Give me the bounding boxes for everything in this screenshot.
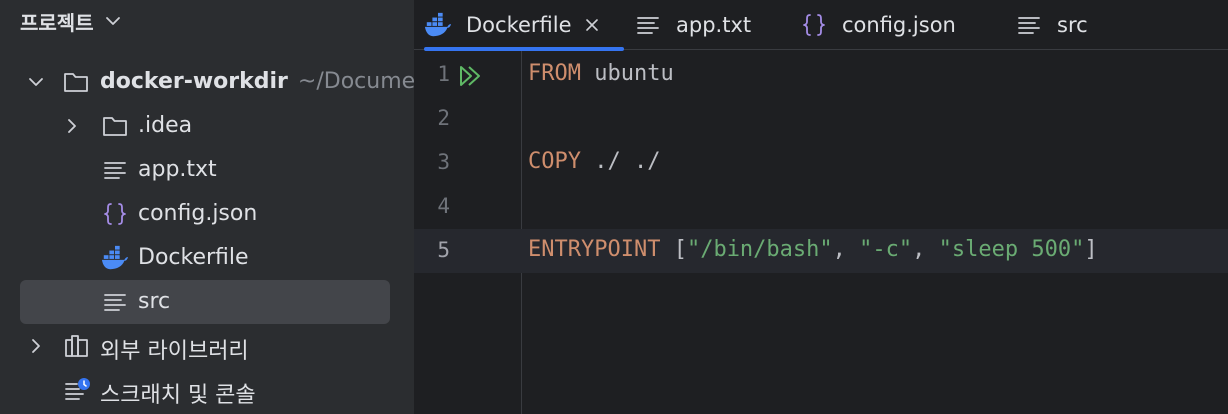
line-number: 5	[437, 238, 450, 262]
docker-icon	[101, 244, 129, 272]
string-literal: "-c"	[859, 237, 913, 262]
tab-app-txt[interactable]: app.txt	[634, 0, 751, 50]
scratch-icon	[63, 376, 91, 404]
close-icon[interactable]	[584, 17, 600, 33]
tree-item-idea[interactable]: .idea	[0, 104, 414, 148]
tree-item-src[interactable]: src	[0, 280, 414, 324]
code-line-3[interactable]: 3 COPY ./ ./	[414, 141, 1228, 185]
tree-item-label: docker-workdir ~/Documents	[100, 69, 414, 94]
project-name: docker-workdir	[100, 69, 288, 94]
tree-item-label: config.json	[138, 201, 258, 226]
project-sidebar: 프로젝트 docker-workdir ~/Documents .idea app…	[0, 0, 414, 414]
line-number: 4	[437, 194, 450, 218]
chevron-right-icon[interactable]	[26, 336, 46, 356]
code-token: ubuntu	[580, 61, 674, 86]
tree-item-label: 스크래치 및 콘솔	[100, 383, 256, 408]
keyword: ENTRYPOINT	[528, 237, 661, 262]
project-path-hint: ~/Documents	[297, 69, 414, 94]
tree-item-docker-workdir[interactable]: docker-workdir ~/Documents	[0, 60, 414, 104]
tab-label: Dockerfile	[466, 13, 572, 37]
code-text: FROM ubuntu	[528, 61, 674, 86]
tree-item-dockerfile[interactable]: Dockerfile	[0, 236, 414, 280]
string-literal: "sleep 500"	[938, 237, 1085, 262]
code-token: ]	[1084, 237, 1098, 262]
tree-item-scratches-consoles[interactable]: 스크래치 및 콘솔	[0, 368, 414, 412]
tree-item-label: app.txt	[138, 157, 217, 182]
text-file-icon	[634, 11, 662, 39]
tab-label: src	[1057, 13, 1088, 37]
chevron-down-icon[interactable]	[104, 12, 122, 30]
keyword: COPY	[528, 149, 581, 174]
editor-pane: Dockerfile app.txt config.json src 1 FRO…	[414, 0, 1228, 414]
tree-item-label: Dockerfile	[138, 245, 249, 270]
code-token: ./ ./	[580, 149, 661, 174]
text-file-icon	[101, 288, 129, 316]
folder-icon	[101, 112, 129, 140]
json-file-icon	[101, 200, 129, 228]
line-number: 2	[437, 106, 450, 130]
code-line-5[interactable]: 5 ENTRYPOINT ["/bin/bash", "-c", "sleep …	[414, 229, 1228, 273]
text-file-icon	[101, 156, 129, 184]
tab-label: app.txt	[676, 13, 752, 37]
code-token: ,	[832, 237, 860, 262]
tab-config-json[interactable]: config.json	[800, 0, 956, 50]
code-line-2[interactable]: 2	[414, 97, 1228, 141]
code-text: ENTRYPOINT ["/bin/bash", "-c", "sleep 50…	[528, 237, 1098, 262]
tree-item-config-json[interactable]: config.json	[0, 192, 414, 236]
chevron-down-icon[interactable]	[26, 72, 46, 92]
tab-label: config.json	[842, 13, 956, 37]
folder-icon	[62, 68, 90, 96]
docker-icon	[424, 11, 452, 39]
tab-src[interactable]: src	[1015, 0, 1088, 50]
tree-item-external-libraries[interactable]: 외부 라이브러리	[0, 324, 414, 368]
keyword: FROM	[528, 61, 581, 86]
string-literal: "/bin/bash"	[686, 237, 833, 262]
json-file-icon	[800, 11, 828, 39]
tab-dockerfile[interactable]: Dockerfile	[424, 0, 624, 51]
editor-tab-bar: Dockerfile app.txt config.json src	[414, 0, 1228, 51]
chevron-right-icon[interactable]	[62, 116, 82, 136]
tree-item-label: src	[138, 289, 171, 314]
selection-highlight	[20, 280, 390, 324]
code-token: ,	[912, 237, 939, 262]
library-icon	[63, 332, 91, 360]
code-line-1[interactable]: 1 FROM ubuntu	[414, 53, 1228, 97]
project-view-header[interactable]: 프로젝트	[20, 6, 122, 36]
run-gutter-icon[interactable]	[458, 64, 486, 88]
text-file-icon	[1015, 11, 1043, 39]
code-token: [	[660, 237, 687, 262]
line-number: 3	[437, 150, 450, 174]
project-view-title: 프로젝트	[20, 10, 94, 35]
line-number: 1	[437, 62, 450, 86]
code-text: COPY ./ ./	[528, 149, 660, 174]
tree-item-app-txt[interactable]: app.txt	[0, 148, 414, 192]
tree-item-label: 외부 라이브러리	[100, 339, 249, 364]
tree-item-label: .idea	[138, 113, 193, 138]
code-line-4[interactable]: 4	[414, 185, 1228, 229]
